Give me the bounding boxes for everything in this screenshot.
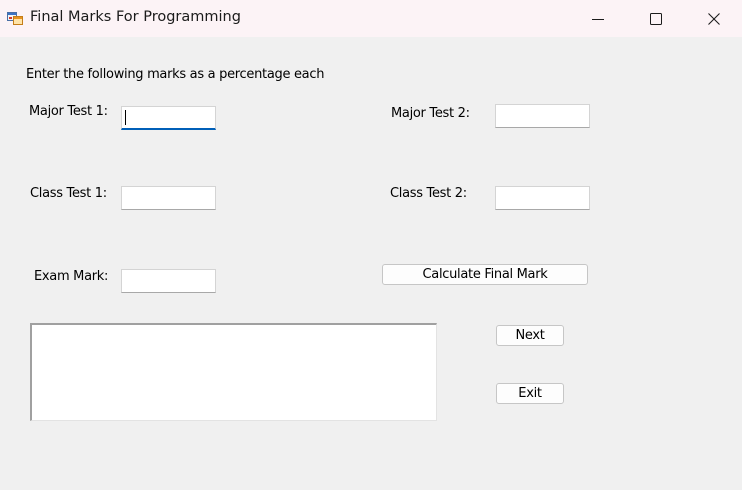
result-output-box[interactable] bbox=[30, 323, 437, 421]
minimize-icon bbox=[592, 18, 604, 20]
exam-mark-label: Exam Mark: bbox=[34, 269, 109, 284]
major-test-1-input[interactable] bbox=[121, 106, 216, 130]
major-test-2-input[interactable] bbox=[495, 104, 590, 128]
instruction-label: Enter the following marks as a percentag… bbox=[26, 67, 325, 82]
class-test-2-label: Class Test 2: bbox=[390, 186, 467, 201]
title-bar[interactable]: Final Marks For Programming bbox=[0, 0, 742, 37]
major-test-1-label: Major Test 1: bbox=[29, 104, 108, 119]
window-title: Final Marks For Programming bbox=[30, 9, 241, 25]
maximize-button[interactable] bbox=[633, 0, 679, 37]
app-window: Final Marks For Programming Enter the fo… bbox=[0, 0, 742, 490]
class-test-2-input[interactable] bbox=[495, 186, 590, 210]
class-test-1-label: Class Test 1: bbox=[30, 186, 107, 201]
calculate-final-mark-button[interactable]: Calculate Final Mark bbox=[382, 264, 588, 285]
exam-mark-input[interactable] bbox=[121, 269, 216, 293]
minimize-button[interactable] bbox=[575, 0, 621, 37]
major-test-2-label: Major Test 2: bbox=[391, 106, 470, 121]
maximize-icon bbox=[650, 12, 662, 25]
form-client-area: Enter the following marks as a percentag… bbox=[0, 37, 742, 490]
text-caret bbox=[125, 110, 126, 125]
close-button[interactable] bbox=[691, 0, 737, 37]
class-test-1-input[interactable] bbox=[121, 186, 216, 210]
exit-button[interactable]: Exit bbox=[496, 383, 564, 404]
close-icon bbox=[708, 12, 720, 25]
windows-form-icon bbox=[7, 12, 23, 25]
next-button[interactable]: Next bbox=[496, 325, 564, 346]
